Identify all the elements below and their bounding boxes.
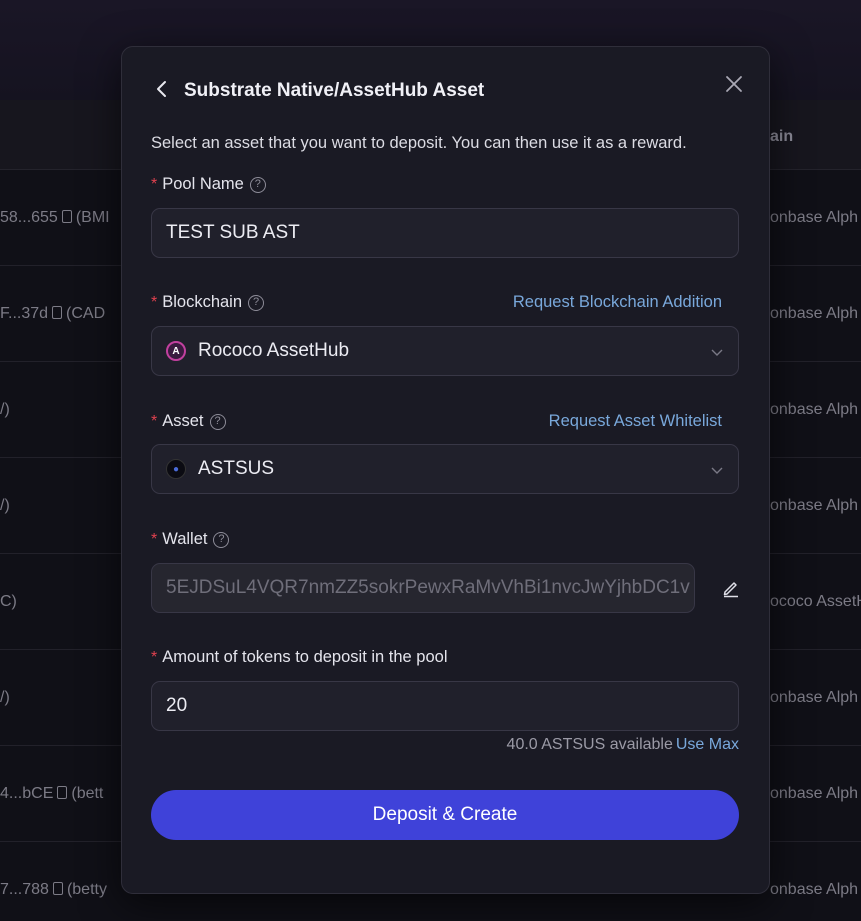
row-owner-text: (CAD	[66, 304, 106, 322]
rococo-assethub-icon: A	[166, 341, 186, 361]
row-address-text: 4...bCE	[0, 784, 54, 802]
row-address-text: C)	[0, 592, 17, 610]
pool-name-input[interactable]: TEST SUB AST	[151, 208, 739, 258]
row-address-text: 7...788	[0, 880, 49, 898]
copy-icon[interactable]	[61, 209, 72, 223]
row-chain: onbase Alph	[770, 688, 859, 706]
row-chain: onbase Alph	[770, 400, 859, 418]
help-icon[interactable]: ?	[209, 413, 226, 430]
required-asterisk: *	[151, 530, 158, 548]
row-address: /)	[0, 401, 10, 419]
row-address: 58...655 (BMI	[0, 209, 110, 227]
row-owner-text: (bett	[71, 784, 104, 802]
back-icon[interactable]	[152, 79, 172, 99]
row-address-text: /)	[0, 400, 10, 418]
deposit-create-button[interactable]: Deposit & Create	[151, 790, 739, 840]
row-owner-text: (betty	[66, 880, 107, 898]
row-address: /)	[0, 689, 10, 707]
copy-icon[interactable]	[52, 881, 63, 895]
required-asterisk: *	[151, 175, 158, 193]
modal-description: Select an asset that you want to deposit…	[151, 134, 687, 152]
modal-title: Substrate Native/AssetHub Asset	[184, 80, 485, 101]
close-icon[interactable]	[723, 73, 745, 95]
available-balance: 40.0 ASTSUS available Use Max	[506, 736, 739, 753]
blockchain-select[interactable]: A Rococo AssetHub	[151, 326, 739, 376]
row-address: F...37d (CAD	[0, 305, 105, 323]
help-icon[interactable]: ?	[248, 294, 265, 311]
copy-icon[interactable]	[52, 305, 63, 319]
row-address-text: 58...655	[0, 208, 58, 226]
required-asterisk: *	[151, 293, 158, 311]
required-asterisk: *	[151, 412, 158, 430]
asset-select[interactable]: ● ASTSUS	[151, 444, 739, 494]
row-chain: onbase Alph	[770, 880, 859, 898]
row-address: C)	[0, 593, 17, 611]
help-icon[interactable]: ?	[213, 531, 230, 548]
row-chain: ococo AssetH	[770, 592, 861, 610]
table-header-chain: ain	[770, 128, 794, 145]
asset-select-value: ASTSUS	[198, 458, 275, 479]
pool-name-label: * Pool Name ?	[151, 175, 266, 194]
row-chain: onbase Alph	[770, 208, 859, 226]
use-max-link[interactable]: Use Max	[676, 736, 739, 753]
wallet-label: * Wallet ?	[151, 530, 230, 549]
row-address: 4...bCE (bett	[0, 785, 103, 803]
row-address: /)	[0, 497, 10, 515]
row-chain: onbase Alph	[770, 784, 859, 802]
help-icon[interactable]: ?	[249, 176, 266, 193]
blockchain-select-value: Rococo AssetHub	[198, 340, 350, 361]
row-owner-text: (BMI	[75, 208, 110, 226]
request-blockchain-link[interactable]: Request Blockchain Addition	[513, 293, 722, 312]
amount-input[interactable]: 20	[151, 681, 739, 731]
blockchain-label: * Blockchain ?	[151, 293, 265, 312]
required-asterisk: *	[151, 648, 158, 666]
amount-label: * Amount of tokens to deposit in the poo…	[151, 648, 448, 666]
edit-icon[interactable]	[721, 578, 741, 598]
chevron-down-icon	[711, 467, 723, 474]
wallet-input[interactable]: 5EJDSuL4VQR7nmZZ5sokrPewxRaMvVhBi1nvcJwY…	[151, 563, 695, 613]
copy-icon[interactable]	[57, 785, 68, 799]
row-address-text: /)	[0, 688, 10, 706]
chevron-down-icon	[711, 349, 723, 356]
row-address: 7...788 (betty	[0, 881, 107, 899]
deposit-modal: Substrate Native/AssetHub Asset Select a…	[121, 46, 770, 894]
row-address-text: F...37d	[0, 304, 49, 322]
row-chain: onbase Alph	[770, 496, 859, 514]
row-chain: onbase Alph	[770, 304, 859, 322]
request-asset-whitelist-link[interactable]: Request Asset Whitelist	[549, 412, 722, 431]
row-address-text: /)	[0, 496, 10, 514]
asset-label: * Asset ?	[151, 412, 226, 431]
astsus-token-icon: ●	[166, 459, 186, 479]
